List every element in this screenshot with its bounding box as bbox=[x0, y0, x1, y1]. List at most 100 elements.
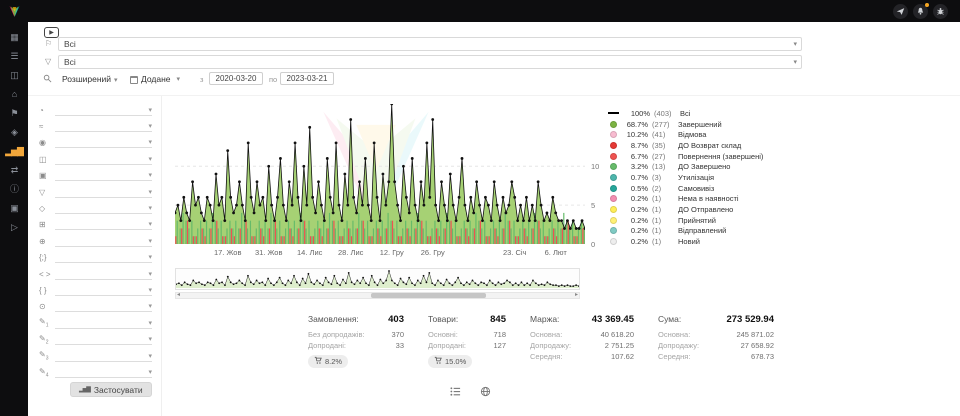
filter-dropdown[interactable]: ▾ bbox=[55, 236, 152, 247]
globe-icon[interactable] bbox=[478, 384, 492, 398]
filter-dropdown[interactable]: ▾ bbox=[55, 170, 152, 181]
tutorials-icon[interactable]: ▷ bbox=[5, 221, 23, 234]
scroll-left-arrow[interactable]: ◂ bbox=[177, 291, 180, 298]
campaigns-icon[interactable]: ◈ bbox=[5, 126, 23, 139]
clients-icon[interactable]: ◫ bbox=[5, 69, 23, 82]
legend-color-dot bbox=[610, 238, 617, 245]
x-axis-label: 12. Гру bbox=[380, 248, 404, 257]
search-mode-select[interactable]: Розширений▾ bbox=[58, 73, 124, 86]
date-from-input[interactable]: 2020-03-20 bbox=[209, 72, 263, 85]
stat-header: Маржа:43 369.45 bbox=[530, 314, 634, 325]
date-to-input[interactable]: 2023-03-21 bbox=[280, 72, 334, 85]
products-icon[interactable]: ⚑ bbox=[5, 107, 23, 120]
chart-navigator[interactable] bbox=[175, 268, 580, 290]
filter-row: ✎3▾ bbox=[28, 348, 161, 364]
client-filter-icon: ◫ bbox=[39, 155, 53, 164]
chevron-down-icon: ▾ bbox=[148, 352, 152, 360]
legend-label: Новий bbox=[678, 237, 700, 246]
stat-subrow: Основна:40 618.20 bbox=[530, 329, 634, 340]
legend-item[interactable]: 0.2%(1)Прийнятий bbox=[608, 215, 786, 226]
filter-dropdown[interactable]: ▾ bbox=[55, 203, 152, 214]
integrations-icon[interactable]: ⇄ bbox=[5, 164, 23, 177]
filter-row: ⊕▾ bbox=[28, 233, 161, 249]
orders-chart[interactable] bbox=[175, 104, 585, 244]
legend-color-dot bbox=[610, 163, 617, 170]
chart-scrollbar[interactable]: ◂ ▸ bbox=[175, 292, 580, 299]
statuses-select[interactable]: Всі ▾ bbox=[58, 55, 802, 69]
brand-logo[interactable] bbox=[7, 4, 22, 19]
legend-item[interactable]: 68.7%(277)Завершений bbox=[608, 119, 786, 130]
orders-icon[interactable]: ☰ bbox=[5, 50, 23, 63]
segment-select[interactable]: Всі ▾ bbox=[58, 37, 802, 51]
filter-dropdown[interactable]: ▾ bbox=[55, 219, 152, 230]
stat-column: Сума:273 529.94Основна:245 871.02Допрода… bbox=[658, 314, 774, 368]
stat-sub-value: 40 618.20 bbox=[601, 329, 634, 340]
chevron-down-icon: ▾ bbox=[148, 188, 152, 196]
scroll-right-arrow[interactable]: ▸ bbox=[575, 291, 578, 298]
funnel-filter-icon: ▽ bbox=[39, 188, 53, 197]
info-icon[interactable]: ⓘ bbox=[5, 183, 23, 196]
legend-item[interactable]: 0.2%(1)Новий bbox=[608, 236, 786, 247]
custom-field-number: 2 bbox=[46, 339, 49, 345]
filter-dropdown[interactable]: ▾ bbox=[55, 137, 152, 148]
chevron-down-icon: ▾ bbox=[148, 122, 152, 130]
notifications-icon[interactable] bbox=[913, 4, 928, 19]
legend-item[interactable]: 0.2%(1)Нема в наявності bbox=[608, 194, 786, 205]
y-axis-label: 5 bbox=[591, 201, 595, 210]
video-tutorial-button[interactable]: ▶ bbox=[44, 27, 59, 38]
chevron-down-icon: ▾ bbox=[148, 155, 152, 163]
filter-dropdown[interactable]: ▾ bbox=[55, 285, 152, 296]
legend-item[interactable]: 10.2%(41)Відмова bbox=[608, 129, 786, 140]
custom-field-icon: ✎4 bbox=[39, 367, 53, 379]
filter-dropdown[interactable]: ▾ bbox=[55, 351, 152, 362]
filter-dropdown[interactable]: ▾ bbox=[55, 252, 152, 263]
stat-subrow: Середня:107.62 bbox=[530, 351, 634, 362]
stats-row: Замовлення:403Без допродажів:370Допродан… bbox=[308, 314, 774, 368]
date-field-select[interactable]: Додане ▾ bbox=[130, 73, 196, 86]
chevron-down-icon: ▾ bbox=[148, 237, 152, 245]
messenger-icon[interactable] bbox=[893, 4, 908, 19]
dashboard-icon[interactable]: ▦ bbox=[5, 31, 23, 44]
filter-dropdown[interactable]: ▾ bbox=[55, 301, 152, 312]
filter-dropdown[interactable]: ▾ bbox=[55, 334, 152, 345]
main-content: 0510 17. Жов31. Жов14. Лис28. Лис12. Гру… bbox=[162, 96, 960, 416]
chevron-down-icon: ▾ bbox=[148, 335, 152, 343]
legend-item[interactable]: 0.2%(1)Відправлений bbox=[608, 226, 786, 237]
bug-report-icon[interactable] bbox=[933, 4, 948, 19]
legend-count: (1) bbox=[652, 226, 678, 235]
chevron-down-icon: ▾ bbox=[148, 138, 152, 146]
filter-dropdown[interactable]: ▾ bbox=[55, 367, 152, 378]
chevron-down-icon: ▾ bbox=[148, 270, 152, 278]
stat-sub-label: Без допродажів: bbox=[308, 329, 365, 340]
legend-percent: 8.7% bbox=[621, 141, 648, 150]
filter-dropdown[interactable]: ▾ bbox=[55, 121, 152, 132]
scrollbar-thumb[interactable] bbox=[371, 293, 486, 298]
home-icon[interactable]: ⌂ bbox=[5, 88, 23, 101]
legend-item[interactable]: 8.7%(35)ДО Возврат склад bbox=[608, 140, 786, 151]
filter-row: < >▾ bbox=[28, 266, 161, 282]
filter-dropdown[interactable]: ▾ bbox=[55, 187, 152, 198]
legend-item[interactable]: 100%(403)Всі bbox=[608, 108, 786, 119]
legend-item[interactable]: 0.2%(1)ДО Отправлено bbox=[608, 204, 786, 215]
x-axis-label: 17. Жов bbox=[214, 248, 242, 257]
filter-dropdown[interactable]: ▾ bbox=[55, 105, 152, 116]
legend-item[interactable]: 0.5%(2)Самовивіз bbox=[608, 183, 786, 194]
analytics-icon[interactable]: ▂▅▇ bbox=[5, 145, 23, 158]
filter-dropdown[interactable]: ▾ bbox=[55, 154, 152, 165]
stat-subrow: Допродані:33 bbox=[308, 340, 404, 351]
stat-sub-label: Допродані: bbox=[308, 340, 346, 351]
filter-row: ◇▾ bbox=[28, 200, 161, 216]
apply-button[interactable]: ▂▅▇ Застосувати bbox=[70, 382, 152, 397]
filter-row: ◔▾ bbox=[28, 102, 161, 118]
apps-icon[interactable]: ▣ bbox=[5, 202, 23, 215]
filter-dropdown[interactable]: ▾ bbox=[55, 318, 152, 329]
legend-item[interactable]: 3.2%(13)ДО Завершено bbox=[608, 161, 786, 172]
filter-dropdown[interactable]: ▾ bbox=[55, 269, 152, 280]
legend-item[interactable]: 0.7%(3)Утилізація bbox=[608, 172, 786, 183]
legend-count: (1) bbox=[652, 216, 678, 225]
list-view-icon[interactable] bbox=[448, 384, 462, 398]
legend-count: (1) bbox=[652, 237, 678, 246]
from-label: з bbox=[200, 75, 203, 84]
legend-label: Завершений bbox=[678, 120, 722, 129]
legend-item[interactable]: 6.7%(27)Повернення (завершені) bbox=[608, 151, 786, 162]
